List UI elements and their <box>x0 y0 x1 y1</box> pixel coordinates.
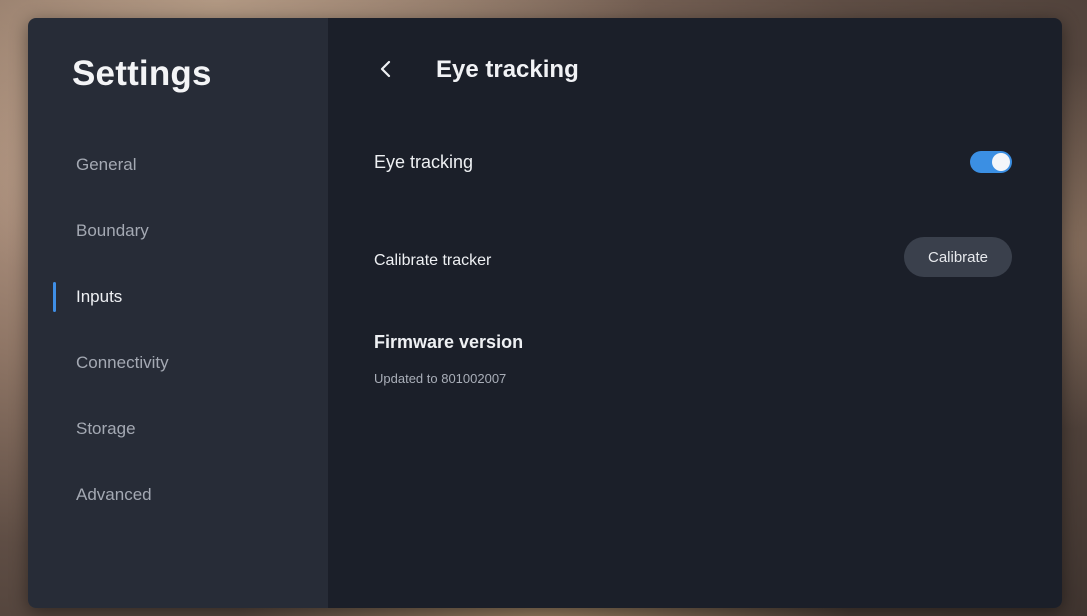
sidebar-item-label: Inputs <box>76 287 123 306</box>
toggle-knob <box>992 153 1010 171</box>
sidebar-nav: General Boundary Inputs Connectivity Sto… <box>28 132 328 528</box>
page-title: Eye tracking <box>436 56 579 83</box>
settings-window: Settings General Boundary Inputs Connect… <box>28 18 1062 608</box>
sidebar-item-connectivity[interactable]: Connectivity <box>28 330 328 396</box>
eye-tracking-label: Eye tracking <box>374 152 474 172</box>
calibrate-tracker-label: Calibrate tracker <box>374 252 492 269</box>
sidebar-title: Settings <box>72 54 212 93</box>
back-button[interactable] <box>372 54 400 84</box>
calibrate-button[interactable]: Calibrate <box>904 237 1012 277</box>
firmware-version-status: Updated to 801002007 <box>374 371 507 386</box>
eye-tracking-toggle[interactable] <box>970 151 1012 173</box>
sidebar-item-general[interactable]: General <box>28 132 328 198</box>
sidebar-item-label: Advanced <box>76 485 152 504</box>
main-panel: Eye tracking Eye tracking Calibrate trac… <box>328 18 1062 608</box>
sidebar-item-label: Storage <box>76 419 136 438</box>
sidebar-item-label: Connectivity <box>76 353 169 372</box>
sidebar-item-storage[interactable]: Storage <box>28 396 328 462</box>
sidebar-item-label: Boundary <box>76 221 149 240</box>
sidebar-item-inputs[interactable]: Inputs <box>28 264 328 330</box>
sidebar: Settings General Boundary Inputs Connect… <box>28 18 328 608</box>
sidebar-item-advanced[interactable]: Advanced <box>28 462 328 528</box>
firmware-version-title: Firmware version <box>374 332 524 352</box>
sidebar-item-boundary[interactable]: Boundary <box>28 198 328 264</box>
chevron-left-icon <box>380 60 391 78</box>
active-indicator <box>53 282 56 312</box>
sidebar-item-label: General <box>76 155 137 174</box>
